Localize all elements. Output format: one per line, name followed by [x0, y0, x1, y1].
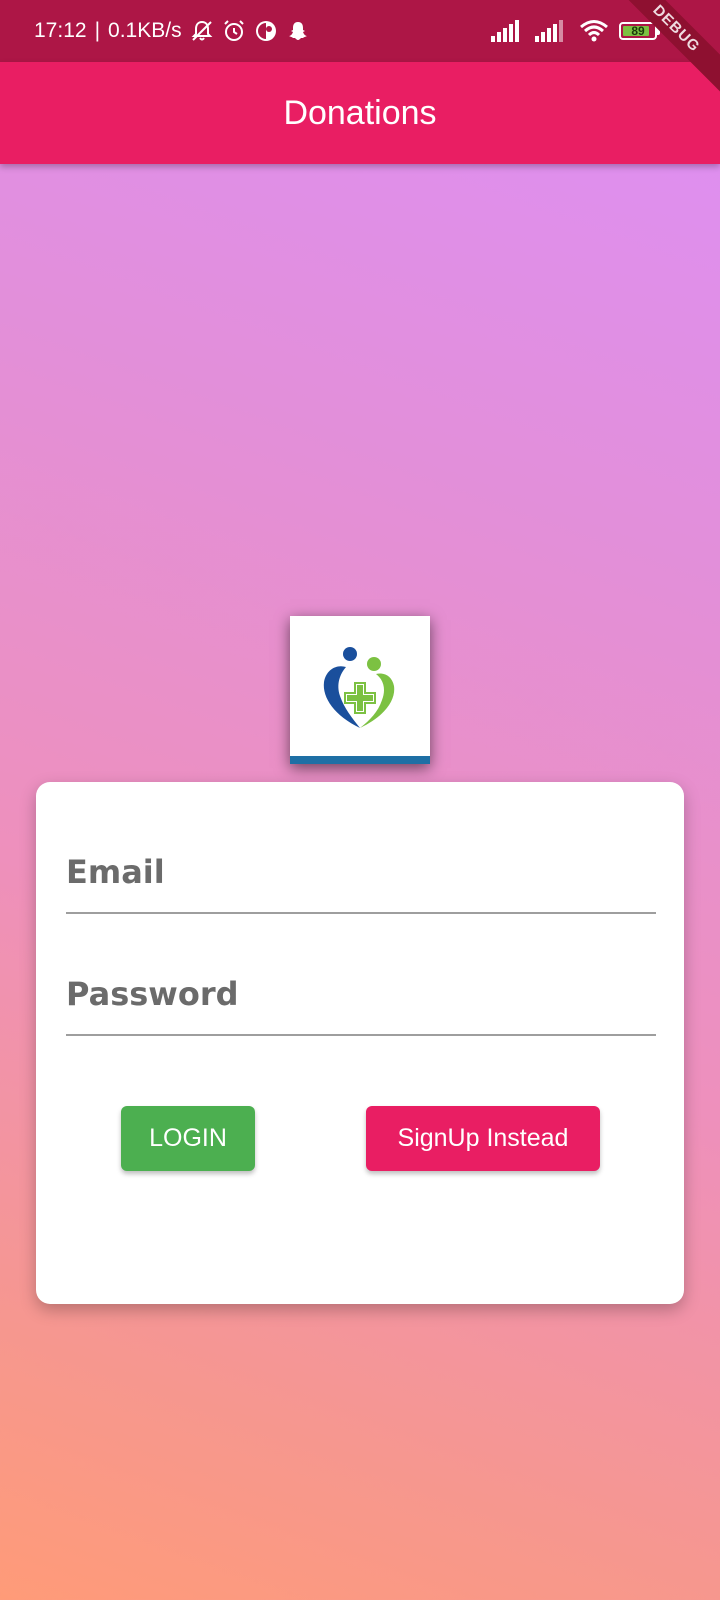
- alarm-icon: [222, 19, 246, 43]
- login-button[interactable]: LOGIN: [121, 1106, 255, 1171]
- status-net-speed: 0.1KB/s: [108, 19, 182, 42]
- status-separator: |: [94, 19, 101, 42]
- bell-off-icon: [190, 19, 214, 43]
- heart-medical-cross-logo-icon: [323, 647, 395, 728]
- password-input[interactable]: [66, 954, 656, 1034]
- battery-icon: 89: [619, 22, 657, 40]
- email-field[interactable]: [66, 832, 656, 914]
- app-icon: [254, 19, 278, 43]
- signal-icon: [491, 20, 525, 42]
- snapchat-icon: [286, 19, 310, 43]
- logo-strip: [290, 756, 430, 764]
- battery-level: 89: [631, 24, 645, 38]
- login-card: LOGIN SignUp Instead: [36, 782, 684, 1304]
- password-field[interactable]: [66, 954, 656, 1036]
- status-left: 17:12 | 0.1KB/s: [34, 0, 310, 62]
- email-input[interactable]: [66, 832, 656, 912]
- status-bar: 17:12 | 0.1KB/s 89: [0, 0, 720, 62]
- wifi-icon: [579, 19, 609, 43]
- app-bar: Donations: [0, 62, 720, 164]
- app-logo: [290, 616, 430, 764]
- signal-icon: [535, 20, 569, 42]
- status-right: 89: [491, 0, 660, 62]
- signup-button[interactable]: SignUp Instead: [366, 1106, 600, 1171]
- app-title: Donations: [283, 93, 437, 132]
- status-time: 17:12: [34, 19, 87, 42]
